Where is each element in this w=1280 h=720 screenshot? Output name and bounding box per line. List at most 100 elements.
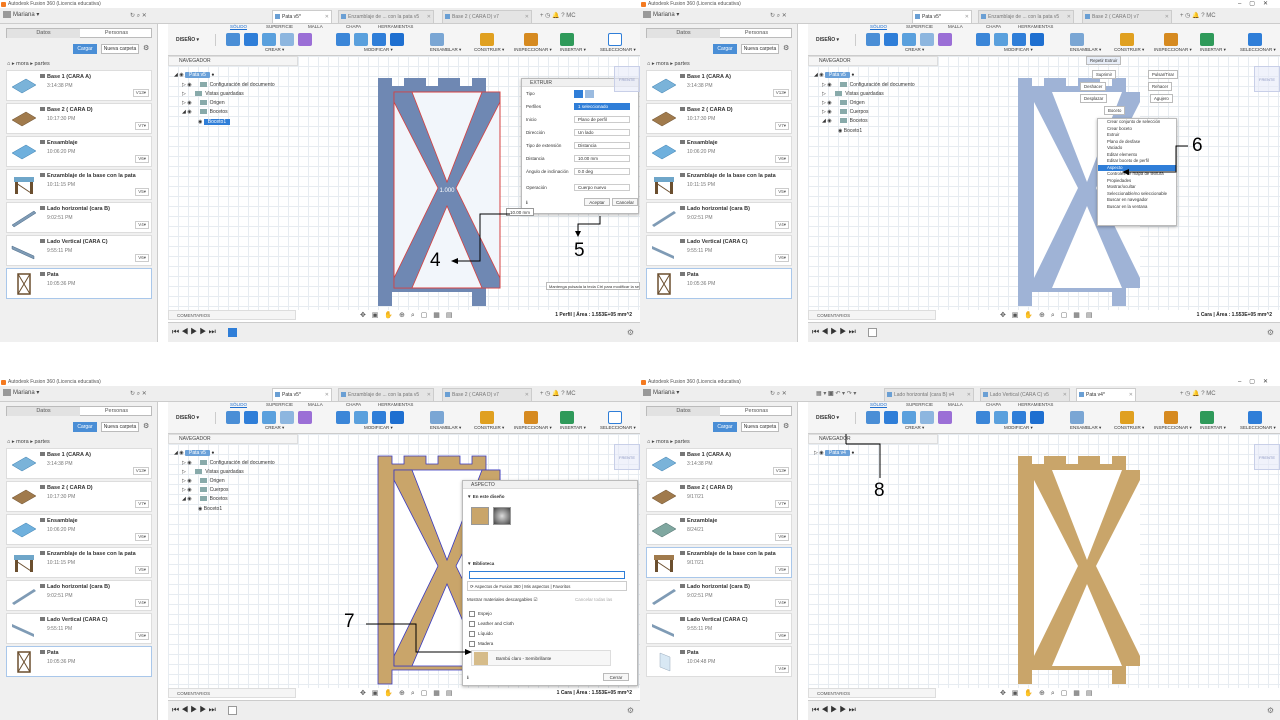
doc-tab-3[interactable]: Base 2 ( CARA D) v7 ✕ (1082, 10, 1172, 23)
tab-herramientas[interactable]: HERRAMIENTAS (378, 402, 413, 407)
group-construir[interactable]: CONSTRUIR ▾ (1114, 47, 1144, 53)
show-downloadable-toggle[interactable]: Mostrar materiales descargables ☑ (467, 597, 538, 603)
group-ensamblar[interactable]: ENSAMBLAR ▾ (1070, 47, 1101, 53)
tab-herramientas[interactable]: HERRAMIENTAS (1018, 402, 1053, 407)
group-ensamblar[interactable]: ENSAMBLAR ▾ (1070, 425, 1101, 431)
file-item[interactable]: Lado Vertical (CARA C) 9:55:11 PM V6▾ (6, 613, 152, 644)
viewport[interactable]: NAVEGADOR ◢ ◉ Pata v5 ● ▷ ◉ Configuración… (168, 434, 640, 688)
viewcube[interactable]: FRENTE (1254, 444, 1280, 470)
file-item[interactable]: Base 2 ( CARA D) 10:17:30 PM V7▾ (646, 103, 792, 134)
tab-personas[interactable]: Personas (80, 407, 153, 416)
combine-icon[interactable] (1012, 33, 1026, 46)
start-select[interactable]: Plano de perfil (574, 116, 630, 123)
insert-icon[interactable] (1200, 411, 1214, 424)
tree-item[interactable]: ▷ Vistas guardadas (182, 91, 244, 97)
press-pull-icon[interactable] (976, 411, 990, 424)
playback-controls[interactable]: ⏮◀▶▶⏭ (172, 327, 218, 337)
timeline-feature[interactable] (228, 328, 237, 337)
form-icon[interactable] (298, 33, 312, 46)
group-insertar[interactable]: INSERTAR ▾ (1200, 47, 1226, 53)
file-item[interactable]: Ensamblaje 10:06:20 PM V6▾ (6, 136, 152, 167)
press-pull-button[interactable]: Pulsar/Tirar (1148, 70, 1179, 79)
file-item[interactable]: Enzamblaje de la base con la pata 10:11:1… (6, 547, 152, 578)
move-icon[interactable] (390, 411, 404, 424)
tab-datos[interactable]: Datos (7, 29, 80, 38)
combine-icon[interactable] (1012, 411, 1026, 424)
combine-icon[interactable] (372, 33, 386, 46)
comments-panel[interactable]: COMENTARIOS (808, 310, 936, 320)
joint-icon[interactable] (430, 33, 444, 46)
fillet-icon[interactable] (354, 33, 368, 46)
joint-icon[interactable] (1070, 33, 1084, 46)
select-icon[interactable] (608, 411, 622, 424)
group-seleccionar[interactable]: SELECCIONAR ▾ (1240, 425, 1276, 431)
extrude-icon[interactable] (244, 33, 258, 46)
create-sketch-icon[interactable] (866, 33, 880, 46)
file-item[interactable]: Base 1 (CARA A) 3:14:38 PM V13▾ (6, 70, 152, 101)
extrude-icon[interactable] (244, 411, 258, 424)
doc-tab-2[interactable]: Enzamblaje de ... con la pata v5 ✕ (978, 10, 1074, 23)
doc-tab-2[interactable]: Enzamblaje de ... con la pata v5 ✕ (338, 10, 434, 23)
direction-select[interactable]: Un lado (574, 129, 630, 136)
plane-icon[interactable] (1120, 33, 1134, 46)
form-icon[interactable] (938, 33, 952, 46)
new-folder-button[interactable]: Nueva carpeta (741, 422, 779, 432)
tab-solido[interactable]: SÓLIDO (870, 24, 888, 30)
tab-superficie[interactable]: SUPERFICIE (266, 402, 293, 407)
group-ensamblar[interactable]: ENSAMBLAR ▾ (430, 47, 461, 53)
gear-icon[interactable]: ⚙ (627, 328, 634, 337)
tree-item[interactable]: ▷ ◉ Cuerpos (822, 109, 869, 115)
tree-item[interactable]: ◢ ◉ Bocetos (182, 109, 228, 115)
save-icon[interactable]: ▣ (828, 391, 834, 397)
fillet-icon[interactable] (994, 411, 1008, 424)
tree-root[interactable]: ◢ ◉ Pata v5 ● (174, 450, 214, 456)
group-construir[interactable]: CONSTRUIR ▾ (474, 425, 504, 431)
file-item[interactable]: Base 2 ( CARA D) 10:17:30 PM V7▾ (6, 103, 152, 134)
file-item[interactable]: Pata 10:05:36 PM (646, 268, 792, 299)
metal-swatch[interactable] (493, 507, 511, 525)
navigation-toolbar[interactable]: ✥ ▣ ✋ ⊕ ⌕ ▢ ▦ ▤ (1000, 689, 1094, 698)
user-menu[interactable]: Mariana ▾ (3, 389, 39, 396)
doc-tab-1[interactable]: Pata v5* ✕ (912, 10, 972, 23)
tab-superficie[interactable]: SUPERFICIE (906, 402, 933, 407)
tree-item[interactable]: ▷ ◉ Configuración del documento (182, 82, 275, 88)
hole-button[interactable]: Agujero (1150, 94, 1173, 103)
group-modificar[interactable]: MODIFICAR ▾ (364, 425, 393, 431)
hole-icon[interactable] (920, 411, 934, 424)
header-icons[interactable]: + ◷ 🔔 ? MC (540, 12, 576, 19)
revolve-icon[interactable] (262, 411, 276, 424)
group-construir[interactable]: CONSTRUIR ▾ (1114, 425, 1144, 431)
playback-controls[interactable]: ⏮◀▶▶⏭ (812, 705, 858, 715)
group-seleccionar[interactable]: SELECCIONAR ▾ (1240, 47, 1276, 53)
file-item[interactable]: Base 2 ( CARA D) 10:17:30 PM V7▾ (6, 481, 152, 512)
group-ensamblar[interactable]: ENSAMBLAR ▾ (430, 425, 461, 431)
pan-button[interactable]: Desplazar (1080, 94, 1108, 103)
header-icons[interactable]: + ◷ 🔔 ? MC (1180, 12, 1216, 19)
search-input[interactable] (469, 571, 625, 579)
refresh-search-close-icon[interactable]: ↻ ⌕ ✕ (130, 12, 147, 20)
doc-tab-2[interactable]: Enzamblaje de ... con la pata v5 ✕ (338, 388, 434, 401)
tab-chapa[interactable]: CHAPA (346, 402, 361, 407)
form-icon[interactable] (938, 411, 952, 424)
doc-tab-3[interactable]: Pata v4* ✕ (1076, 388, 1136, 401)
timeline-feature[interactable] (868, 328, 877, 337)
tree-item[interactable]: ▷ Vistas guardadas (182, 469, 244, 475)
extrude-icon[interactable] (884, 33, 898, 46)
tree-item[interactable]: ▷ ◉ Origen (822, 100, 865, 106)
new-folder-button[interactable]: Nueva carpeta (101, 422, 139, 432)
tab-personas[interactable]: Personas (80, 29, 153, 38)
tab-superficie[interactable]: SUPERFICIE (906, 24, 933, 29)
group-inspeccionar[interactable]: INSPECCIONAR ▾ (1154, 425, 1192, 431)
tab-datos[interactable]: Datos (647, 407, 720, 416)
workspace-selector[interactable]: DISEÑO ▾ (816, 34, 856, 46)
operation-select[interactable]: Cuerpo nuevo (574, 184, 630, 191)
navigation-toolbar[interactable]: ✥ ▣ ✋ ⊕ ⌕ ▢ ▦ ▤ (1000, 311, 1094, 320)
hole-icon[interactable] (920, 33, 934, 46)
workspace-selector[interactable]: DISEÑO ▾ (176, 412, 216, 424)
tree-item[interactable]: ▷ Vistas guardadas (822, 91, 884, 97)
file-item[interactable]: Lado Vertical (CARA C) 9:55:11 PM V6▾ (646, 613, 792, 644)
file-item[interactable]: Lado horizontal (cara B) 9:02:51 PM V4▾ (646, 202, 792, 233)
group-seleccionar[interactable]: SELECCIONAR ▾ (600, 47, 636, 53)
tab-solido[interactable]: SÓLIDO (230, 402, 248, 408)
header-icons[interactable]: + ◷ 🔔 ? MC (540, 390, 576, 397)
